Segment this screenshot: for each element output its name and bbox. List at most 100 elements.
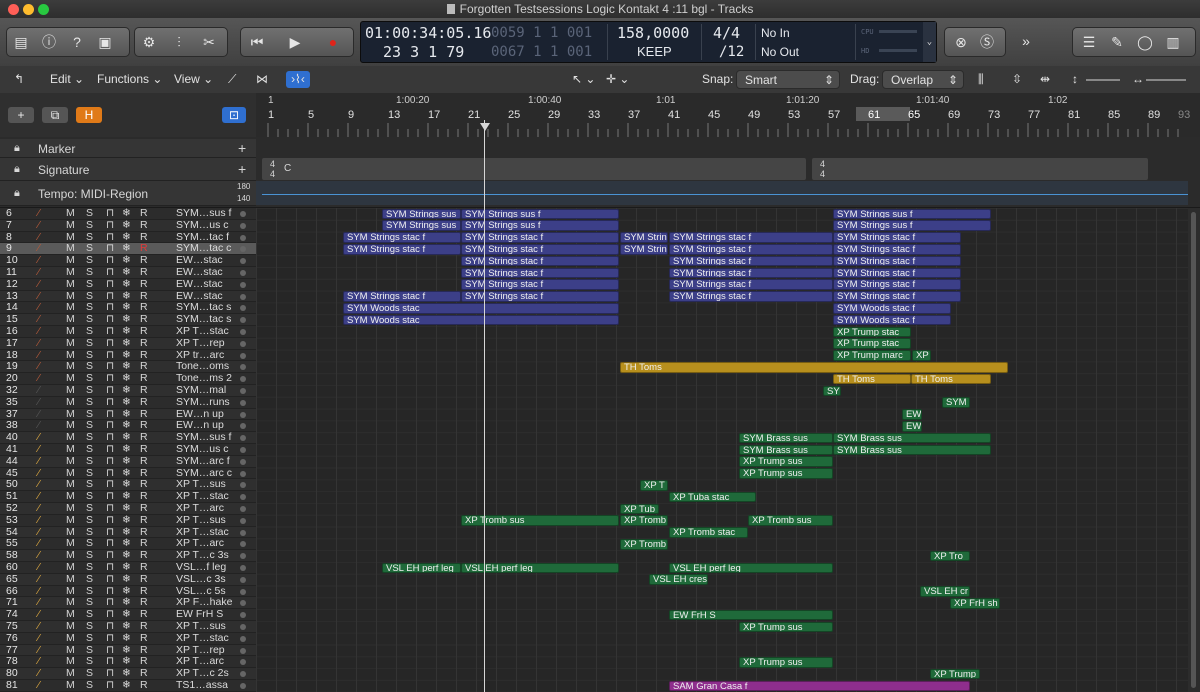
- duplicate-track-icon[interactable]: ⧉: [42, 107, 68, 123]
- region[interactable]: XP Trump sus: [739, 621, 833, 633]
- region[interactable]: TH Toms: [911, 373, 991, 385]
- volume-knob[interactable]: [240, 458, 246, 465]
- volume-knob[interactable]: [240, 388, 246, 394]
- solo-button[interactable]: S: [86, 573, 93, 586]
- region[interactable]: XP Trump stac: [833, 326, 911, 338]
- region[interactable]: TH Toms: [833, 373, 911, 385]
- bar-ruler[interactable]: 1 5 9 13 17 21 25 29 33 37 41 45 49 53 57 61 65 69 73 77 81 8…: [256, 93, 1200, 138]
- horizontal-zoom-icon[interactable]: ↔: [1132, 71, 1144, 88]
- arrange-area[interactable]: SYM Strings sus SYM Strings sus f SYM Stri…: [256, 208, 1188, 692]
- smart-controls-icon[interactable]: ⚙: [139, 32, 159, 52]
- track-lock-icon[interactable]: ⊓: [106, 632, 114, 645]
- volume-knob[interactable]: [240, 624, 246, 630]
- volume-knob[interactable]: [240, 293, 246, 300]
- region[interactable]: SAM Gran Casa f: [669, 680, 970, 692]
- track-row[interactable]: 81 ⁄ M S ⊓ ❄ R TS1…assa: [0, 679, 256, 692]
- region[interactable]: XP Trump: [930, 668, 980, 680]
- region[interactable]: SYM Strings stac f: [343, 244, 461, 255]
- volume-knob[interactable]: [240, 612, 246, 619]
- volume-knob[interactable]: [240, 270, 246, 276]
- volume-knob[interactable]: [240, 352, 246, 359]
- mute-button[interactable]: M: [66, 573, 75, 586]
- region[interactable]: SYM Strings stac f: [343, 291, 461, 302]
- track-row[interactable]: 35 ⁄ M S ⊓ ❄ R SYM…runs: [0, 396, 256, 409]
- region[interactable]: SYM Brass sus: [833, 444, 991, 456]
- volume-knob[interactable]: [240, 482, 246, 489]
- record-enable-button[interactable]: R: [140, 337, 148, 350]
- volume-knob[interactable]: [240, 411, 246, 418]
- signature-region-1[interactable]: 4 4 C: [262, 158, 806, 180]
- mute-button[interactable]: M: [66, 278, 75, 291]
- freeze-button[interactable]: ❄: [122, 455, 131, 468]
- region[interactable]: XP Tromb: [620, 539, 668, 550]
- volume-knob[interactable]: [240, 470, 246, 477]
- region[interactable]: SYM Strings stac f: [833, 255, 961, 267]
- region[interactable]: XP Trump stac: [833, 338, 911, 349]
- automation-icon[interactable]: ⟋: [228, 71, 236, 88]
- horizontal-fit-icon[interactable]: ⇹: [1040, 71, 1050, 88]
- volume-knob[interactable]: [240, 506, 246, 512]
- solo-mode-icon[interactable]: Ⓢ: [977, 32, 997, 52]
- vertical-fit-icon[interactable]: ⇳: [1012, 71, 1022, 88]
- freeze-button[interactable]: ❄: [122, 278, 131, 291]
- tempo-lane[interactable]: [256, 181, 1188, 205]
- region[interactable]: VSL EH perf leg: [382, 562, 461, 574]
- freeze-button[interactable]: ❄: [122, 679, 131, 692]
- lcd-display[interactable]: 01:00:34:05.16 0059 1 1 001 23 3 1 79 00…: [360, 21, 937, 63]
- loop-browser-icon[interactable]: ◯: [1135, 32, 1155, 52]
- track-row[interactable]: 12 ⁄ M S ⊓ ❄ R EW…stac: [0, 278, 256, 291]
- volume-knob[interactable]: [240, 258, 246, 265]
- track-row[interactable]: 44 ⁄ M S ⊓ ❄ R SYM…arc f: [0, 455, 256, 468]
- region[interactable]: XP Trump sus: [739, 657, 833, 668]
- volume-knob[interactable]: [240, 399, 246, 406]
- volume-knob[interactable]: [240, 683, 246, 689]
- volume-knob[interactable]: [240, 588, 246, 595]
- pencil-tool-icon[interactable]: ✛ ⌄: [606, 71, 629, 88]
- rewind-icon[interactable]: ⏮: [247, 32, 267, 52]
- region[interactable]: SYM Strings stac f: [669, 291, 833, 302]
- vertical-scrollbar[interactable]: [1188, 208, 1200, 692]
- region[interactable]: XP Tromb: [620, 515, 668, 526]
- solo-button[interactable]: S: [86, 278, 93, 291]
- volume-knob[interactable]: [240, 659, 246, 666]
- region[interactable]: SYM Brass sus: [739, 432, 833, 444]
- record-enable-button[interactable]: R: [140, 455, 148, 468]
- volume-knob[interactable]: [240, 317, 246, 324]
- scroll-thumb[interactable]: [1191, 212, 1196, 688]
- play-icon[interactable]: ▶: [285, 32, 305, 52]
- playhead[interactable]: [484, 120, 485, 692]
- more-icon[interactable]: »: [1016, 31, 1036, 51]
- track-row[interactable]: 65 ⁄ M S ⊓ ❄ R VSL…c 3s: [0, 573, 256, 586]
- pointer-tool-icon[interactable]: ↖ ⌄: [572, 71, 595, 88]
- record-enable-button[interactable]: R: [140, 514, 148, 527]
- region[interactable]: SYM Woods stac f: [833, 314, 951, 326]
- solo-button[interactable]: S: [86, 219, 93, 232]
- snap-dropdown[interactable]: Smart ⇕: [736, 70, 840, 89]
- lcd-dropdown-icon[interactable]: ⌄: [923, 22, 936, 62]
- inspector-icon[interactable]: ⓘ: [39, 32, 59, 52]
- marker-track[interactable]: 🔒︎ Marker +: [0, 139, 256, 158]
- record-enable-button[interactable]: R: [140, 679, 148, 692]
- volume-knob[interactable]: [240, 635, 246, 642]
- volume-knob[interactable]: [240, 305, 246, 312]
- freeze-button[interactable]: ❄: [122, 573, 131, 586]
- flex-icon[interactable]: ⋈: [256, 71, 268, 88]
- volume-knob[interactable]: [240, 517, 246, 524]
- mute-button[interactable]: M: [66, 632, 75, 645]
- region[interactable]: EW: [902, 409, 922, 420]
- track-lock-icon[interactable]: ⊓: [106, 337, 114, 350]
- volume-knob[interactable]: [240, 647, 246, 654]
- volume-knob[interactable]: [240, 423, 246, 430]
- region[interactable]: SYM Brass sus: [739, 444, 833, 456]
- low-latency-icon[interactable]: ⊗: [951, 32, 971, 52]
- back-arrow-icon[interactable]: ↰: [14, 71, 24, 88]
- track-row[interactable]: 76 ⁄ M S ⊓ ❄ R XP T…stac: [0, 632, 256, 645]
- region[interactable]: SYM Strings sus: [382, 220, 461, 231]
- volume-knob[interactable]: [240, 246, 246, 253]
- record-icon[interactable]: ●: [323, 32, 343, 52]
- volume-knob[interactable]: [240, 553, 246, 560]
- record-enable-button[interactable]: R: [140, 278, 148, 291]
- freeze-button[interactable]: ❄: [122, 632, 131, 645]
- quick-help-icon[interactable]: ?: [67, 32, 87, 52]
- browser-icon[interactable]: ▥: [1163, 32, 1183, 52]
